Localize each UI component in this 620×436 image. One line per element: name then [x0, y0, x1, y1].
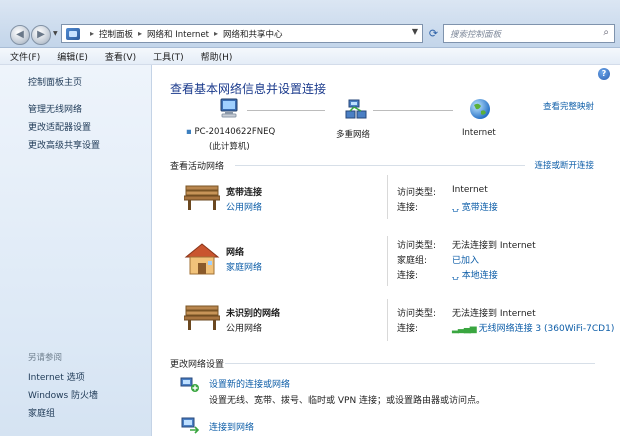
computer-sub: (此计算机)	[209, 142, 250, 152]
network-name: 网络	[226, 248, 245, 258]
breadcrumb-item[interactable]: 控制面板	[99, 28, 133, 40]
menu-bar: 文件(F) 编辑(E) 查看(V) 工具(T) 帮助(H)	[0, 48, 620, 65]
back-button[interactable]: ◀	[10, 25, 30, 45]
access-type-label: 访问类型:	[397, 241, 437, 251]
connect-network-icon	[181, 417, 200, 434]
computer-name-icon-wrap: ▪ PC-20140622FNEQ	[186, 127, 275, 137]
access-type-value: 无法连接到 Internet	[452, 309, 536, 319]
full-map-link[interactable]: 查看完整映射	[543, 100, 594, 112]
computer-icon	[220, 98, 238, 118]
breadcrumb[interactable]: ▸ 控制面板 ▸ 网络和 Internet ▸ 网络和共享中心 ▼	[61, 24, 423, 43]
change-settings-heading: 更改网络设置	[170, 360, 225, 370]
see-also-homegroup[interactable]: 家庭组	[28, 406, 55, 419]
public-network-bench-icon	[184, 305, 220, 330]
divider	[387, 299, 388, 341]
access-type-label: 访问类型:	[397, 188, 437, 198]
menu-tools[interactable]: 工具(T)	[153, 50, 184, 63]
access-type-value: Internet	[452, 185, 488, 195]
control-panel-icon	[66, 27, 80, 40]
map-connector	[247, 110, 325, 111]
connection-link[interactable]: 宽带连接	[462, 203, 498, 213]
network-name: 宽带连接	[226, 188, 263, 198]
connection-link[interactable]: 本地连接	[462, 271, 498, 281]
breadcrumb-item[interactable]: 网络和共享中心	[223, 28, 283, 40]
new-connection-icon	[180, 377, 199, 392]
connection-label: 连接:	[397, 203, 419, 213]
menu-file[interactable]: 文件(F)	[10, 50, 40, 63]
menu-help[interactable]: 帮助(H)	[201, 50, 233, 63]
computer-name: PC-20140622FNEQ	[194, 127, 276, 137]
globe-icon	[470, 99, 490, 119]
connection-link[interactable]: 无线网络连接 3 (360WiFi-7CD1)	[479, 324, 615, 334]
network-type-link[interactable]: 家庭网络	[226, 260, 262, 273]
main-content: ? 查看基本网络信息并设置连接 查看完整映射 ▪ PC-20140622FNEQ…	[153, 65, 620, 436]
ethernet-connection-icon: ⍽	[452, 271, 459, 281]
sidebar: 控制面板主页 管理无线网络 更改适配器设置 更改高级共享设置 另请参阅 Inte…	[0, 65, 152, 436]
recent-pages-dropdown[interactable]: ▼	[53, 30, 58, 37]
computer-small-icon: ▪	[186, 127, 192, 137]
search-icon[interactable]: ⌕	[603, 27, 609, 38]
home-network-house-icon	[184, 243, 220, 275]
help-icon[interactable]: ?	[598, 68, 610, 80]
homegroup-link[interactable]: 已加入	[452, 253, 479, 266]
sidebar-item-adapter[interactable]: 更改适配器设置	[28, 120, 91, 133]
divider	[235, 165, 525, 166]
public-network-bench-icon	[184, 185, 220, 210]
internet-label: Internet	[462, 128, 496, 138]
address-toolbar: ◀ ▶ ▼ ▸ 控制面板 ▸ 网络和 Internet ▸ 网络和共享中心 ▼ …	[0, 0, 620, 48]
see-also-internet-options[interactable]: Internet 选项	[28, 370, 85, 383]
chevron-down-icon[interactable]: ▼	[412, 27, 418, 36]
connect-disconnect-link[interactable]: 连接或断开连接	[534, 159, 594, 171]
menu-view[interactable]: 查看(V)	[105, 50, 136, 63]
search-input[interactable]: 搜索控制面板 ⌕	[443, 24, 615, 43]
divider	[387, 175, 388, 219]
divider	[387, 236, 388, 286]
setup-connection-desc: 设置无线、宽带、拨号、临时或 VPN 连接；或设置路由器或访问点。	[209, 396, 486, 406]
sidebar-item-wireless[interactable]: 管理无线网络	[28, 102, 82, 115]
divider	[225, 363, 595, 364]
homegroup-label: 家庭组:	[397, 256, 428, 266]
access-type-value: 无法连接到 Internet	[452, 241, 536, 251]
map-connector	[373, 110, 453, 111]
access-type-label: 访问类型:	[397, 309, 437, 319]
search-placeholder: 搜索控制面板	[450, 30, 502, 40]
multiple-networks-icon	[345, 99, 367, 119]
see-also-firewall[interactable]: Windows 防火墙	[28, 388, 98, 401]
network-type: 公用网络	[226, 324, 263, 334]
dialup-connection-icon: ⍽	[452, 203, 459, 213]
connection-label: 连接:	[397, 324, 419, 334]
forward-button[interactable]: ▶	[31, 25, 51, 45]
network-name: 未识别的网络	[226, 309, 281, 319]
menu-edit[interactable]: 编辑(E)	[57, 50, 88, 63]
breadcrumb-item[interactable]: 网络和 Internet	[147, 28, 209, 40]
network-label: 多重网络	[336, 130, 371, 140]
setup-connection-link[interactable]: 设置新的连接或网络	[209, 377, 290, 390]
active-networks-heading: 查看活动网络	[170, 162, 225, 172]
refresh-button[interactable]: ⟳	[425, 25, 442, 43]
wifi-signal-icon: ▂▃▄▅	[452, 324, 477, 334]
sidebar-item-sharing[interactable]: 更改高级共享设置	[28, 138, 100, 151]
connection-label: 连接:	[397, 271, 419, 281]
sidebar-item-home[interactable]: 控制面板主页	[28, 75, 82, 88]
see-also-title: 另请参阅	[28, 353, 63, 363]
connect-to-network-link[interactable]: 连接到网络	[209, 420, 254, 433]
page-title: 查看基本网络信息并设置连接	[170, 82, 327, 96]
network-type-link[interactable]: 公用网络	[226, 200, 262, 213]
